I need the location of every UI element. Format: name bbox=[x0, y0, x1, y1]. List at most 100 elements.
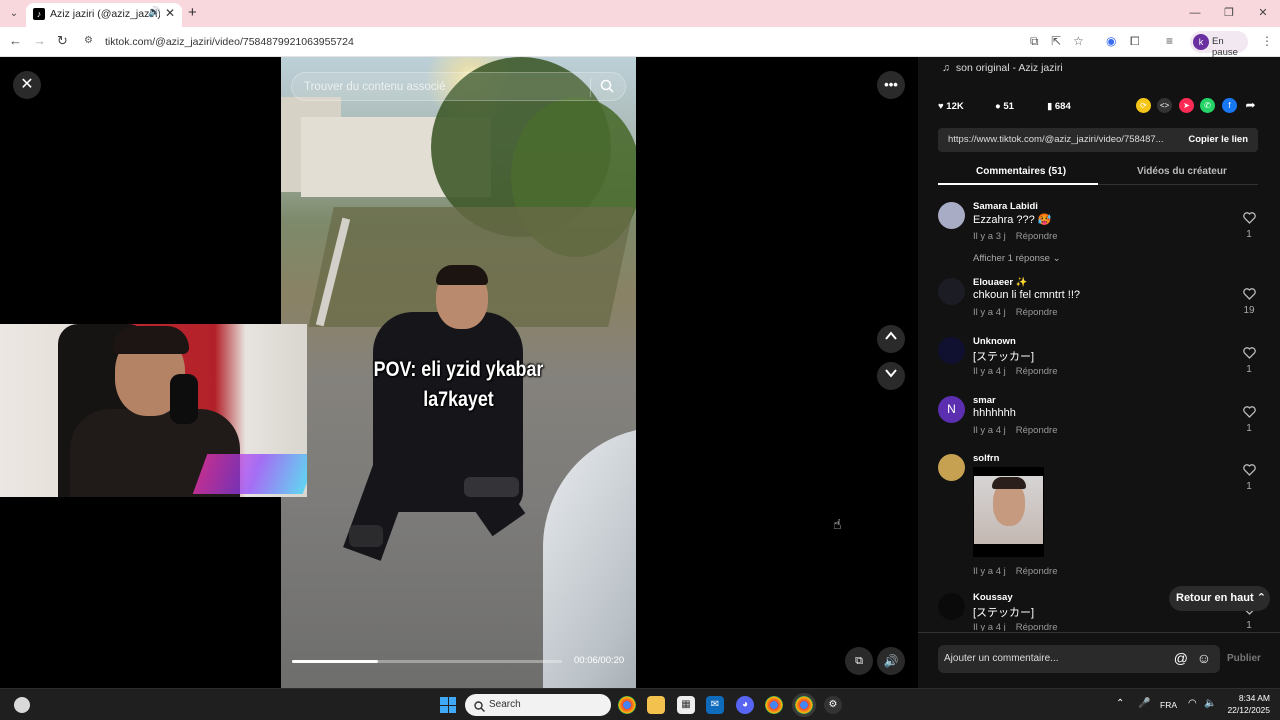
tab-search-chevron-icon[interactable]: ⌄ bbox=[6, 6, 22, 22]
comment-meta: Il y a 4 j Répondre bbox=[973, 307, 1057, 318]
comment-like-icon[interactable] bbox=[1241, 463, 1257, 481]
browser-tab[interactable]: ♪ Aziz jaziri (@aziz_jaziri) | Tik 🔊 ✕ bbox=[26, 3, 182, 27]
tab-creator-videos[interactable]: Vidéos du créateur bbox=[1137, 166, 1227, 177]
share-link-url[interactable]: https://www.tiktok.com/@aziz_jaziri/vide… bbox=[948, 134, 1173, 145]
comment-time: Il y a 3 j bbox=[973, 231, 1006, 242]
comment-like-icon[interactable] bbox=[1241, 346, 1257, 364]
view-replies-button[interactable]: Afficher 1 réponse ⌄ bbox=[973, 253, 1061, 264]
comment-like-icon[interactable] bbox=[1241, 211, 1257, 229]
avatar[interactable] bbox=[938, 454, 965, 481]
reply-button[interactable]: Répondre bbox=[1016, 425, 1058, 436]
profile-button[interactable]: k En pause bbox=[1190, 31, 1248, 58]
tab-comments[interactable]: Commentaires (51) bbox=[976, 166, 1066, 177]
reply-button[interactable]: Répondre bbox=[1016, 622, 1058, 631]
extensions-puzzle-icon[interactable]: ⧠ bbox=[1130, 34, 1140, 49]
chrome-active-icon[interactable] bbox=[795, 696, 813, 714]
more-options-button[interactable]: ••• bbox=[877, 71, 905, 99]
reply-button[interactable]: Répondre bbox=[1016, 231, 1058, 242]
wifi-icon[interactable]: ◠ bbox=[1188, 698, 1197, 709]
repost-icon[interactable]: ⟳ bbox=[1136, 98, 1151, 113]
minimize-button[interactable]: — bbox=[1178, 0, 1212, 27]
previous-video-button[interactable] bbox=[877, 325, 905, 353]
microphone-icon[interactable]: 🎤 bbox=[1138, 698, 1150, 709]
next-video-button[interactable] bbox=[877, 362, 905, 390]
comment-username[interactable]: Koussay bbox=[973, 593, 1013, 603]
comment-like-count: 1 bbox=[1246, 364, 1252, 375]
save-action[interactable]: ▮ 684 bbox=[1047, 98, 1071, 116]
caption-line: POV: eli yzid ykabar bbox=[373, 358, 544, 381]
back-icon[interactable]: ← bbox=[9, 33, 22, 48]
language-indicator[interactable]: FRA bbox=[1160, 700, 1177, 710]
avatar[interactable] bbox=[938, 593, 965, 620]
avatar[interactable]: N bbox=[938, 396, 965, 423]
back-to-top-button[interactable]: Retour en haut ⌃ bbox=[1169, 586, 1270, 611]
comment-input[interactable]: Ajouter un commentaire... @ ☺ bbox=[938, 645, 1220, 673]
comment-username[interactable]: Samara Labidi bbox=[973, 201, 1038, 212]
chrome-icon[interactable] bbox=[618, 696, 636, 714]
comment-username[interactable]: Unknown bbox=[973, 336, 1016, 347]
reload-icon[interactable]: ↻ bbox=[57, 33, 68, 49]
send-icon[interactable]: ➤ bbox=[1179, 98, 1194, 113]
mail-icon[interactable]: ✉ bbox=[706, 696, 724, 714]
new-tab-button[interactable]: + bbox=[188, 4, 197, 21]
embed-icon[interactable]: <> bbox=[1157, 98, 1172, 113]
browser-menu-icon[interactable]: ⋮ bbox=[1261, 34, 1273, 48]
reply-button[interactable]: Répondre bbox=[1016, 566, 1058, 577]
avatar[interactable] bbox=[938, 278, 965, 305]
reply-button[interactable]: Répondre bbox=[1016, 307, 1058, 318]
url-field[interactable]: ⚙ tiktok.com/@aziz_jaziri/video/75848799… bbox=[78, 30, 1018, 54]
search-icon[interactable] bbox=[600, 79, 614, 98]
forward-icon[interactable]: → bbox=[33, 33, 46, 48]
emoji-icon[interactable]: ☺ bbox=[1197, 650, 1211, 666]
facebook-icon[interactable]: f bbox=[1222, 98, 1237, 113]
comment-text: Ezzahra ??? 🥵 bbox=[973, 214, 1052, 226]
comment-like-count: 19 bbox=[1243, 305, 1255, 316]
site-info-icon[interactable]: ⚙ bbox=[84, 35, 93, 46]
bookmark-star-icon[interactable]: ☆ bbox=[1073, 34, 1084, 48]
comment-like-icon[interactable] bbox=[1241, 405, 1257, 423]
chrome-profile-icon[interactable] bbox=[765, 696, 783, 714]
extension-icon[interactable]: ◉ bbox=[1106, 34, 1116, 48]
picture-in-picture-button[interactable]: ⧉ bbox=[845, 647, 873, 675]
reply-button[interactable]: Répondre bbox=[1016, 366, 1058, 377]
publish-button[interactable]: Publier bbox=[1227, 653, 1261, 664]
file-explorer-icon[interactable] bbox=[647, 696, 665, 714]
comment-username[interactable]: Elouaeer ✨ bbox=[973, 277, 1028, 288]
install-app-icon[interactable]: ⇱ bbox=[1051, 34, 1061, 48]
comment-action[interactable]: ● 51 bbox=[995, 98, 1014, 116]
video-player[interactable]: POV: eli yzid ykabar la7kayet bbox=[281, 57, 636, 688]
widgets-icon[interactable] bbox=[14, 697, 30, 713]
close-window-button[interactable]: ✕ bbox=[1246, 0, 1280, 27]
comment-like-icon[interactable] bbox=[1241, 287, 1257, 305]
comment-username[interactable]: smar bbox=[973, 395, 996, 406]
share-link-row: https://www.tiktok.com/@aziz_jaziri/vide… bbox=[938, 128, 1258, 152]
copy-link-button[interactable]: Copier le lien bbox=[1188, 134, 1248, 145]
settings-icon[interactable]: ⚙ bbox=[824, 696, 842, 714]
share-arrow-icon[interactable]: ➦ bbox=[1243, 98, 1258, 113]
related-search-input[interactable]: Trouver du contenu associé bbox=[291, 72, 626, 101]
restore-button[interactable]: ❐ bbox=[1212, 0, 1246, 27]
start-menu-icon[interactable] bbox=[440, 697, 456, 713]
taskbar-search[interactable]: Search bbox=[465, 694, 611, 716]
taskbar-clock[interactable]: 8:34 AM 22/12/2025 bbox=[1226, 692, 1270, 716]
reading-list-icon[interactable]: ≡ bbox=[1166, 34, 1173, 48]
video-progress-bar[interactable] bbox=[292, 660, 562, 663]
comment-sticker-image[interactable] bbox=[973, 467, 1044, 557]
volume-button[interactable]: 🔊 bbox=[877, 647, 905, 675]
like-action[interactable]: ♥ 12K bbox=[938, 98, 964, 116]
close-tab-icon[interactable]: ✕ bbox=[165, 6, 175, 20]
avatar[interactable] bbox=[938, 202, 965, 229]
discord-icon[interactable]: ◕ bbox=[736, 696, 754, 714]
video-time: 00:06/00:20 bbox=[574, 655, 625, 666]
store-icon[interactable]: ▦ bbox=[677, 696, 695, 714]
close-viewer-button[interactable]: ✕ bbox=[13, 71, 41, 99]
translate-icon[interactable]: ⧉ bbox=[1030, 34, 1039, 49]
mention-icon[interactable]: @ bbox=[1174, 650, 1188, 666]
volume-icon[interactable]: 🔈 bbox=[1204, 698, 1216, 709]
tray-chevron-icon[interactable]: ⌃ bbox=[1116, 698, 1124, 709]
comment-username[interactable]: solfrn bbox=[973, 453, 999, 464]
music-row[interactable]: ♫ son original - Aziz jaziri bbox=[942, 62, 1063, 74]
avatar[interactable] bbox=[938, 337, 965, 364]
whatsapp-icon[interactable]: ✆ bbox=[1200, 98, 1215, 113]
audio-playing-icon[interactable]: 🔊 bbox=[148, 7, 160, 18]
